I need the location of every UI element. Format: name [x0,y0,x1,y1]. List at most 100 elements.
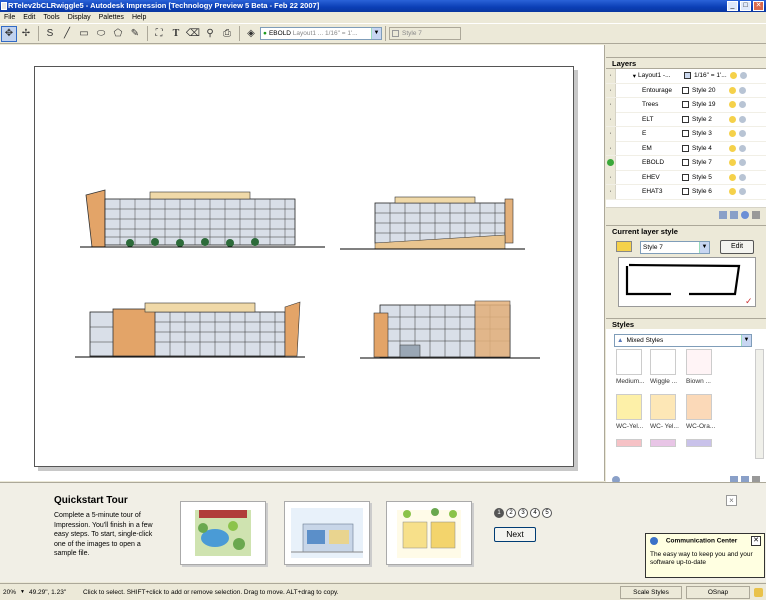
visibility-toggle[interactable]: · [606,184,616,199]
elevation-east[interactable] [340,191,525,257]
menu-display[interactable]: Display [64,12,95,23]
visibility-toggle[interactable]: · [606,126,616,141]
notification-icon[interactable] [754,587,763,597]
zoom-tool-icon[interactable]: ⚲ [202,26,218,42]
zoom-level[interactable]: 20% [3,589,16,596]
edit-style-button[interactable]: Edit [720,239,754,254]
zoom-dropdown-icon[interactable]: ▼ [20,589,25,595]
elevation-west[interactable] [360,295,540,365]
lock-icon[interactable] [740,72,747,80]
style-tile[interactable] [686,393,712,420]
layer-row[interactable]: · EHAT3 Style 6 [606,184,766,200]
close-button[interactable]: ✕ [753,1,764,11]
style-picker-icon[interactable] [616,240,632,252]
subselect-tool-icon[interactable]: ✢ [18,26,34,42]
print-tool-icon[interactable]: ⎙ [219,26,235,42]
minimize-button[interactable]: _ [727,1,738,11]
visibility-toggle[interactable]: · [606,97,616,112]
osnap-button[interactable]: OSnap [686,585,750,599]
lock-icon[interactable] [739,130,746,138]
collapse-icon[interactable]: ▾ [616,72,636,80]
lightbulb-icon[interactable] [730,72,737,80]
tour-close-icon[interactable]: × [726,495,737,506]
style-tile[interactable] [616,393,642,420]
freehand-tool-icon[interactable]: S [42,26,58,42]
lock-icon[interactable] [739,159,746,167]
maximize-button[interactable]: □ [740,1,751,11]
scale-styles-button[interactable]: Scale Styles [620,585,682,599]
sample-thumbnail-landscape[interactable] [180,501,266,565]
layers-icon[interactable]: ◈ [243,26,259,42]
lightbulb-icon[interactable] [729,115,736,123]
lock-icon[interactable] [739,173,746,181]
style-tile[interactable] [686,348,712,375]
layer-root-row[interactable]: · ▾ Layout1 -... 1/16" = 1'... [606,68,766,84]
lock-icon[interactable] [739,86,746,94]
visibility-toggle[interactable]: · [606,112,616,127]
active-check-icon[interactable] [606,155,616,170]
tour-page-3[interactable]: 3 [518,508,528,518]
lock-icon[interactable] [739,115,746,123]
lightbulb-icon[interactable] [729,188,736,196]
menu-help[interactable]: Help [128,12,150,23]
tour-next-button[interactable]: Next [494,527,536,542]
drawing-sheet[interactable] [34,66,574,467]
comm-close-icon[interactable]: ✕ [751,536,761,546]
layer-row[interactable]: · EM Style 4 [606,141,766,156]
tour-page-4[interactable]: 4 [530,508,540,518]
lock-icon[interactable] [739,188,746,196]
menu-palettes[interactable]: Palettes [95,12,128,23]
current-style-select[interactable]: Style 7 ▼ [640,240,710,254]
tour-page-5[interactable]: 5 [542,508,552,518]
layer-row[interactable]: EBOLD Style 7 [606,155,766,171]
visibility-toggle[interactable]: · [606,68,616,83]
menu-edit[interactable]: Edit [19,12,39,23]
sample-thumbnail-plan[interactable] [386,501,472,565]
elevation-south[interactable] [75,297,305,365]
lightbulb-icon[interactable] [729,144,736,152]
lightbulb-icon[interactable] [729,101,736,109]
layer-combo[interactable]: ● EBOLD Layout1 ... 1/16" = 1'... ▼ [260,27,382,40]
style-tile[interactable] [616,348,642,375]
menu-file[interactable]: File [0,12,19,23]
layer-options-icon[interactable] [730,210,738,219]
select-tool-icon[interactable]: ✥ [1,25,17,42]
layer-row[interactable]: · ELT Style 2 [606,112,766,127]
visibility-toggle[interactable]: · [606,83,616,98]
trash-icon[interactable] [752,210,760,219]
layer-row[interactable]: · EHEV Style 5 [606,170,766,185]
style-tile[interactable] [650,348,676,375]
drawing-canvas[interactable] [0,45,605,481]
text-tool-icon[interactable]: T [168,26,184,42]
lightbulb-icon[interactable] [729,130,736,138]
styles-scrollbar[interactable] [755,348,764,459]
ellipse-tool-icon[interactable]: ⬭ [93,26,109,42]
elevation-north[interactable] [80,185,325,255]
layer-row[interactable]: · E Style 3 [606,126,766,142]
layer-props-icon[interactable] [741,210,749,219]
lock-icon[interactable] [739,101,746,109]
fill-tool-icon[interactable]: ⛶ [151,26,167,42]
lock-icon[interactable] [739,144,746,152]
lightbulb-icon[interactable] [729,86,736,94]
style-tile[interactable] [650,438,676,447]
layer-row[interactable]: · Entourage Style 20 [606,83,766,98]
new-layer-icon[interactable] [719,210,727,219]
style-tile[interactable] [650,393,676,420]
layer-row[interactable]: · Trees Style 19 [606,97,766,113]
style-tile[interactable] [616,438,642,447]
lightbulb-icon[interactable] [729,159,736,167]
sample-thumbnail-building[interactable] [284,501,370,565]
eraser-tool-icon[interactable]: ⌫ [185,26,201,42]
styles-filter-select[interactable]: ▲ Mixed Styles ▼ [614,333,752,347]
tour-page-2[interactable]: 2 [506,508,516,518]
polygon-tool-icon[interactable]: ⬠ [110,26,126,42]
visibility-toggle[interactable]: · [606,141,616,156]
rectangle-tool-icon[interactable]: ▭ [76,26,92,42]
tour-page-1[interactable]: 1 [494,508,504,518]
lightbulb-icon[interactable] [729,173,736,181]
line-tool-icon[interactable]: ╱ [59,26,75,42]
style-tile[interactable] [686,438,712,447]
pen-tool-icon[interactable]: ✎ [127,26,143,42]
menu-tools[interactable]: Tools [39,12,63,23]
